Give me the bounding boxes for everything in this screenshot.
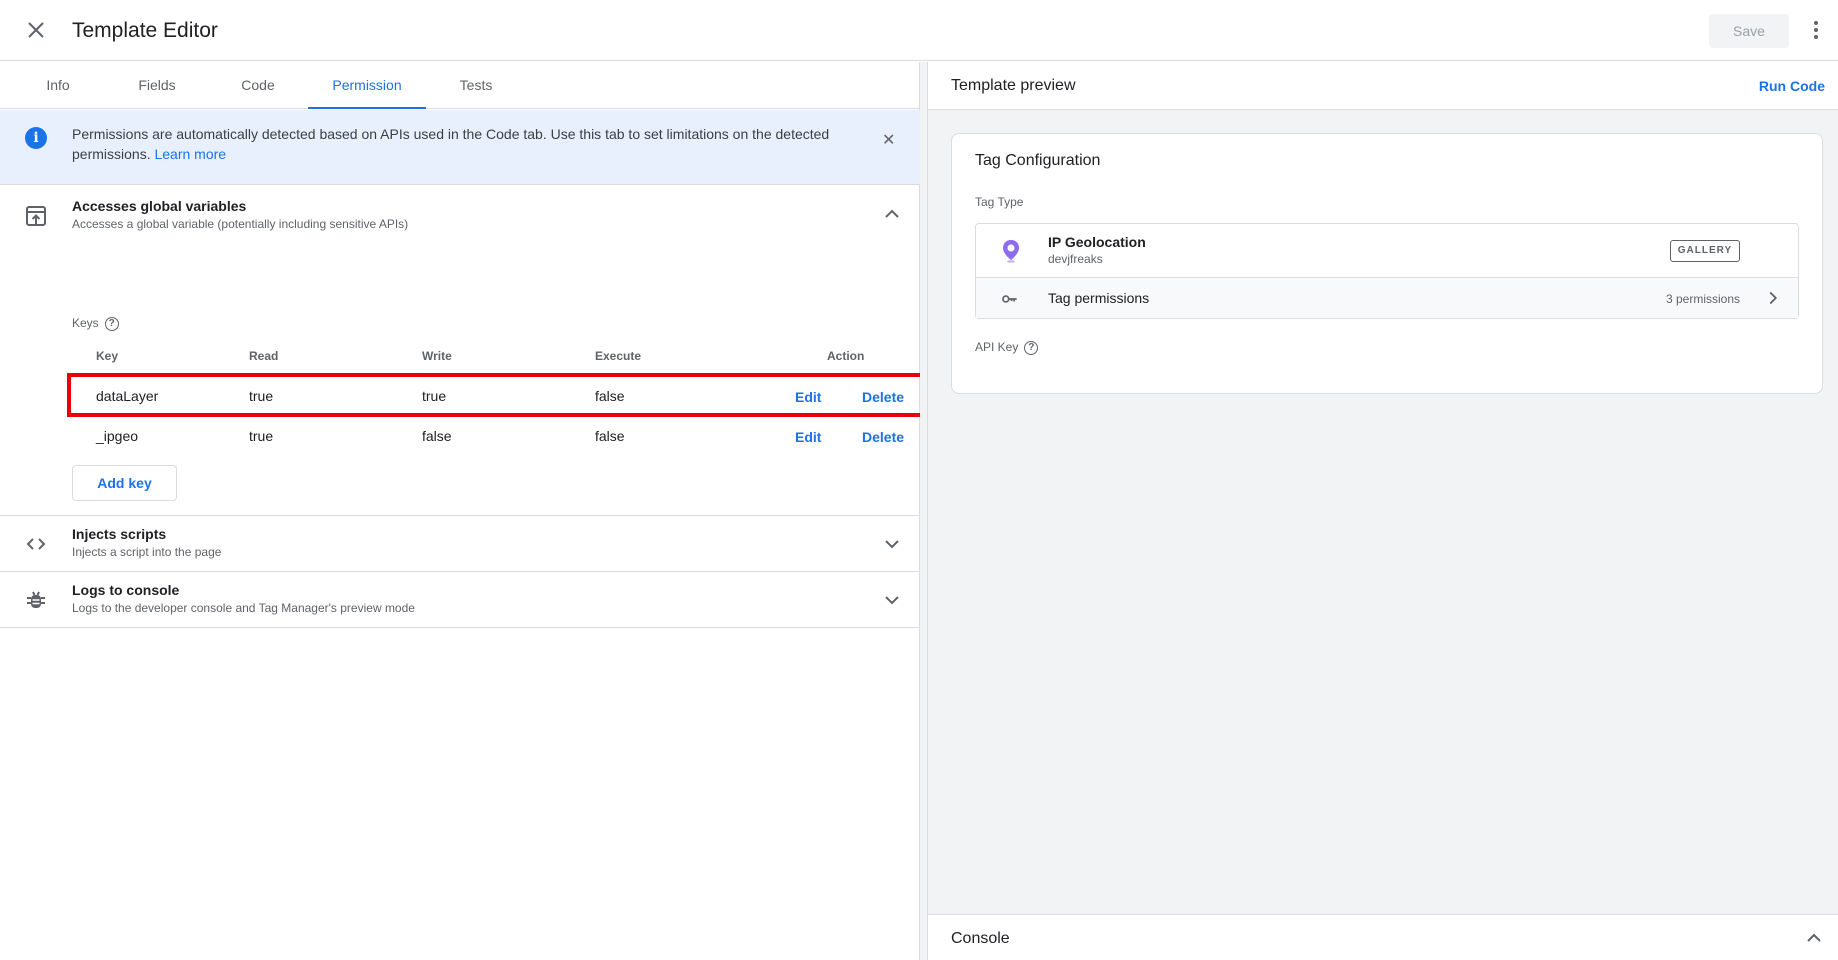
tag-author: devjfreaks [1048, 252, 1103, 266]
help-icon[interactable]: ? [104, 316, 119, 331]
console-bar[interactable]: Console [928, 914, 1838, 960]
tab-fields[interactable]: Fields [123, 62, 191, 109]
dismiss-banner-icon[interactable]: ✕ [882, 130, 895, 150]
chevron-down-icon[interactable] [880, 588, 904, 612]
column-header-key: Key [96, 349, 119, 363]
key-icon [1002, 295, 1017, 303]
page-title: Template Editor [72, 19, 218, 42]
write-cell: false [422, 428, 452, 444]
tab-info[interactable]: Info [24, 62, 92, 109]
delete-button[interactable]: Delete [862, 429, 904, 445]
permission-logs-console[interactable]: Logs to console Logs to the developer co… [0, 572, 920, 628]
close-icon[interactable] [24, 18, 48, 42]
banner-text: Permissions are automatically detected b… [72, 124, 872, 164]
gallery-badge: GALLERY [1670, 240, 1740, 262]
column-header-action: Action [827, 349, 865, 363]
permission-inject-scripts[interactable]: Injects scripts Injects a script into th… [0, 516, 920, 572]
permission-subtitle: Injects a script into the page [72, 545, 222, 559]
column-header-execute: Execute [595, 349, 642, 363]
preview-title: Template preview [951, 77, 1076, 94]
code-icon [26, 538, 46, 550]
tag-permissions-label: Tag permissions [1048, 290, 1150, 306]
tag-type-box: IP Geolocation devjfreaks GALLERY Tag pe… [975, 223, 1799, 319]
info-icon: i [25, 127, 47, 149]
save-button[interactable]: Save [1709, 14, 1789, 48]
preview-panel: Template preview Run Code Tag Configurat… [928, 62, 1838, 960]
location-pin-icon [1003, 240, 1019, 263]
tag-permissions-count: 3 permissions [1666, 292, 1741, 306]
more-vert-icon[interactable] [1804, 18, 1828, 42]
tag-type-label: Tag Type [975, 195, 1024, 209]
keys-label: Keys? [72, 316, 119, 331]
execute-cell: false [595, 428, 625, 444]
api-key-label: API Key? [975, 340, 1039, 355]
tag-name: IP Geolocation [1048, 234, 1146, 250]
console-label: Console [951, 930, 1010, 947]
editor-panel: Info Fields Code Permission Tests i Perm… [0, 62, 928, 960]
tag-configuration-card: Tag Configuration Tag Type IP Geolocatio… [951, 133, 1823, 394]
read-cell: true [249, 428, 274, 444]
chevron-up-icon[interactable] [880, 202, 904, 226]
tab-tests[interactable]: Tests [442, 62, 510, 109]
tab-permission[interactable]: Permission [308, 62, 426, 109]
column-header-read: Read [249, 349, 279, 363]
bug-icon [27, 591, 45, 608]
card-title: Tag Configuration [975, 152, 1101, 169]
chevron-up-icon[interactable] [1802, 926, 1826, 950]
keys-label-text: Keys [72, 316, 99, 330]
api-key-text: API Key [975, 340, 1019, 354]
add-key-button[interactable]: Add key [72, 465, 177, 501]
highlight-box [67, 373, 928, 417]
chevron-right-icon [1769, 291, 1778, 305]
tab-bar: Info Fields Code Permission Tests [0, 62, 920, 109]
column-header-write: Write [422, 349, 452, 363]
chevron-down-icon[interactable] [880, 532, 904, 556]
help-icon[interactable]: ? [1024, 340, 1039, 355]
permission-subtitle: Accesses a global variable (potentially … [72, 217, 409, 231]
preview-header: Template preview Run Code [928, 62, 1838, 110]
key-cell: _ipgeo [96, 428, 139, 444]
edit-button[interactable]: Edit [795, 429, 821, 445]
panel-divider[interactable] [920, 62, 928, 960]
permission-subtitle: Logs to the developer console and Tag Ma… [72, 601, 415, 615]
info-banner: i Permissions are automatically detected… [0, 110, 920, 185]
open-in-window-icon [26, 206, 46, 226]
tag-type-row[interactable]: IP Geolocation devjfreaks GALLERY [976, 224, 1798, 278]
permission-title: Logs to console [72, 582, 180, 598]
tag-permissions-row[interactable]: Tag permissions 3 permissions [976, 279, 1798, 318]
learn-more-link[interactable]: Learn more [154, 146, 226, 162]
permission-title: Injects scripts [72, 526, 167, 542]
app-header: Template Editor Save [0, 0, 1838, 61]
run-code-button[interactable]: Run Code [1759, 78, 1825, 94]
tab-code[interactable]: Code [224, 62, 292, 109]
permission-title: Accesses global variables [72, 198, 247, 214]
